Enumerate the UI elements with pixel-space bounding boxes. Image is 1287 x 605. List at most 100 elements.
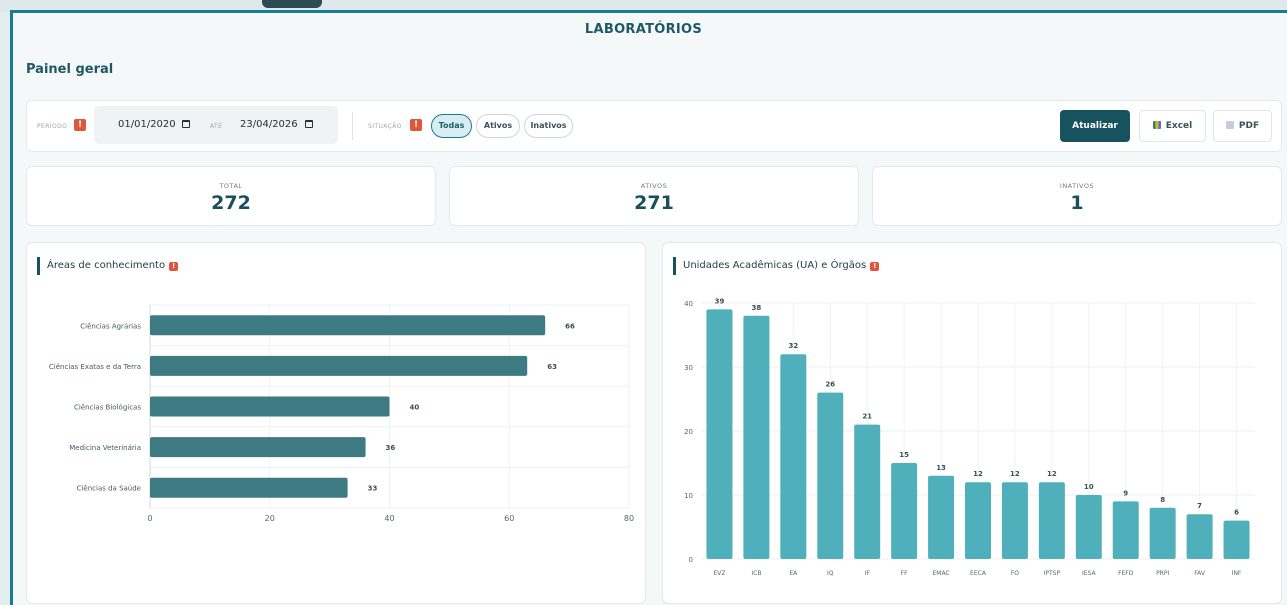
- data-label: 32: [788, 342, 798, 350]
- x-tick-label: 0: [147, 514, 152, 523]
- data-label: 26: [825, 381, 835, 389]
- bar: [150, 477, 348, 498]
- excel-button[interactable]: Excel: [1139, 110, 1206, 142]
- x-tick-label: 40: [384, 514, 394, 523]
- panel-title: Painel geral: [26, 62, 114, 77]
- x-tick-label: PRPI: [1156, 570, 1169, 577]
- bar: [1001, 482, 1028, 559]
- data-label: 36: [386, 444, 396, 452]
- period-warning-icon: !: [74, 119, 86, 131]
- page-title: LABORATÓRIOS: [584, 22, 703, 37]
- date-from-input[interactable]: 01/01/2020: [118, 119, 176, 130]
- date-separator: ATÉ: [210, 123, 223, 130]
- filter-inativos-button[interactable]: Inativos: [524, 114, 573, 138]
- bar: [928, 475, 955, 559]
- x-tick-label: FF: [901, 570, 908, 577]
- data-label: 9: [1123, 489, 1128, 497]
- chart-warning-icon: !: [169, 262, 179, 271]
- data-label: 40: [410, 404, 420, 412]
- top-tab-edge: [262, 0, 322, 8]
- bar: [891, 463, 918, 559]
- bar: [150, 355, 528, 376]
- stat-card-inativos: INATIVOS 1: [872, 166, 1282, 226]
- pdf-icon: [1225, 121, 1234, 129]
- filter-divider: [352, 112, 353, 140]
- pdf-label: PDF: [1238, 121, 1260, 131]
- x-tick-label: FO: [1011, 570, 1019, 577]
- chart-warning-icon: !: [870, 262, 880, 271]
- x-tick-label: EVZ: [713, 570, 725, 577]
- x-tick-label: EMAC: [932, 570, 949, 577]
- data-label: 38: [752, 304, 762, 312]
- data-label: 7: [1197, 502, 1202, 510]
- x-tick-label: 80: [624, 514, 634, 523]
- areas-bar-chart: 0 20 40 60 80 Ciências Agrárias 66 Ciências Exa…: [49, 304, 634, 523]
- stat-card-total: TOTAL 272: [26, 166, 436, 226]
- x-tick-label: ICB: [751, 570, 761, 577]
- pdf-button[interactable]: PDF: [1213, 110, 1272, 142]
- situation-warning-icon: !: [410, 119, 422, 131]
- refresh-button[interactable]: Atualizar: [1060, 110, 1130, 142]
- chart-title-text: Unidades Acadêmicas (UA) e Órgãos: [683, 260, 867, 271]
- data-label: 12: [1010, 470, 1020, 478]
- bar: [706, 309, 733, 559]
- data-label: 12: [1047, 470, 1057, 478]
- data-label: 8: [1160, 496, 1165, 504]
- y-tick-label: 40: [684, 300, 693, 308]
- data-label: 10: [1084, 483, 1094, 491]
- stat-label: ATIVOS: [640, 182, 668, 190]
- bar: [1149, 507, 1176, 559]
- y-tick-label: 0: [689, 556, 693, 564]
- chart-title-text: Áreas de conhecimento: [47, 260, 166, 271]
- data-label: 63: [547, 363, 557, 371]
- chart-card-areas: Áreas de conhecimento! 0 20 40 60 80 Ciências…: [26, 242, 646, 604]
- y-tick-label: 30: [684, 364, 693, 372]
- bar: [743, 315, 770, 559]
- stat-label: TOTAL: [219, 182, 243, 190]
- data-label: 39: [715, 297, 725, 305]
- bar: [1112, 501, 1139, 559]
- bar: [854, 424, 881, 559]
- data-label: 33: [368, 485, 378, 493]
- stat-card-ativos: ATIVOS 271: [449, 166, 859, 226]
- bar: [780, 354, 807, 559]
- y-tick-label: 10: [684, 492, 693, 500]
- stat-value: 271: [634, 192, 674, 214]
- situation-label: SITUAÇÃO: [368, 123, 402, 130]
- excel-label: Excel: [1165, 121, 1193, 131]
- x-tick-label: FEFD: [1118, 570, 1134, 577]
- bar: [150, 315, 546, 336]
- calendar-icon[interactable]: [182, 120, 190, 128]
- chart-title: Áreas de conhecimento!: [47, 260, 179, 271]
- stat-value: 1: [1070, 192, 1084, 214]
- x-tick-label: IPTSP: [1044, 570, 1061, 577]
- bar: [1075, 495, 1102, 559]
- y-tick-label: Ciências da Saúde: [77, 485, 141, 493]
- data-label: 21: [862, 413, 872, 421]
- y-tick-label: Ciências Exatas e da Terra: [49, 363, 141, 371]
- date-to-input[interactable]: 23/04/2026: [240, 119, 298, 130]
- x-tick-label: IF: [865, 570, 871, 577]
- y-tick-label: Ciências Biológicas: [74, 404, 141, 412]
- filter-todas-button[interactable]: Todas: [431, 114, 472, 138]
- chart-card-ua: Unidades Acadêmicas (UA) e Órgãos! 0 10 20…: [662, 242, 1282, 604]
- bar: [1186, 514, 1213, 559]
- bar: [150, 437, 366, 458]
- bar: [1038, 482, 1065, 559]
- excel-icon: [1152, 121, 1161, 129]
- stat-label: INATIVOS: [1059, 182, 1095, 190]
- bar: [965, 482, 991, 559]
- data-label: 66: [565, 322, 575, 330]
- filter-ativos-button[interactable]: Ativos: [476, 114, 520, 138]
- calendar-icon[interactable]: [305, 120, 313, 128]
- chart-title: Unidades Acadêmicas (UA) e Órgãos!: [683, 260, 880, 271]
- x-tick-label: FAV: [1194, 570, 1206, 577]
- data-label: 12: [973, 470, 983, 478]
- x-tick-label: IQ: [827, 570, 834, 577]
- bar: [817, 392, 844, 559]
- x-tick-label: 20: [265, 514, 275, 523]
- period-label: PERÍODO: [37, 123, 68, 130]
- x-tick-label: INF: [1232, 570, 1242, 577]
- data-label: 13: [936, 464, 946, 472]
- stat-value: 272: [211, 192, 251, 214]
